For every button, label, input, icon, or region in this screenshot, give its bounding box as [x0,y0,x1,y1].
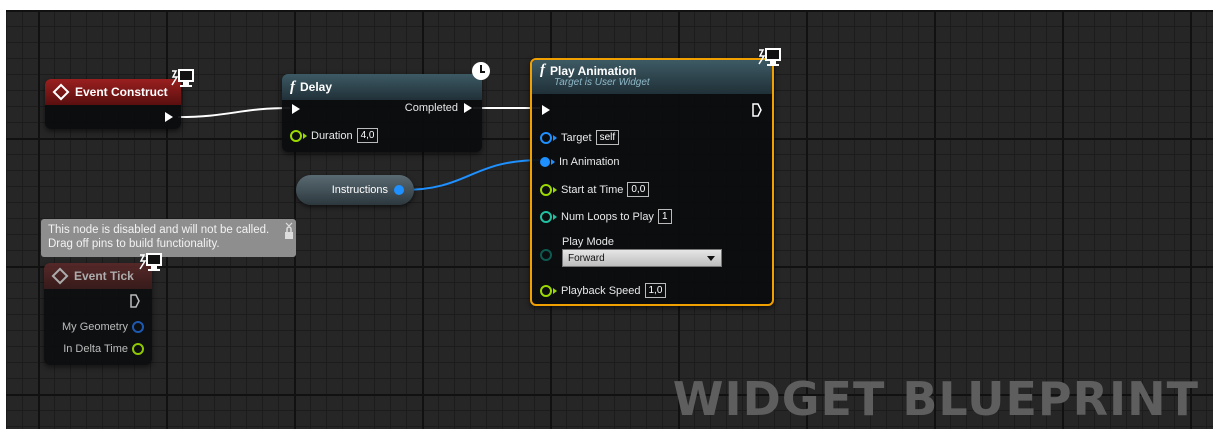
delay-completed-row: Completed [405,102,472,114]
disabled-node-icon [285,222,293,239]
start-at-time-label: Start at Time [561,183,624,196]
disabled-node-tooltip: This node is disabled and will not be ca… [41,219,296,257]
play-mode-label: Play Mode [562,236,614,248]
event-tick-title: Event Tick [74,269,134,283]
delay-node[interactable]: f Delay Completed Duration 4,0 [282,74,482,152]
start-at-time-float-pin[interactable] [540,183,552,196]
duration-label: Duration [311,129,353,142]
my-geometry-row: My Geometry [62,321,144,333]
target-pin-arrow [553,134,557,141]
in-animation-row: In Animation [540,156,620,168]
playback-speed-label: Playback Speed [561,284,641,297]
instructions-object-pin[interactable] [394,185,404,195]
start-at-time-pin-arrow [553,186,557,193]
num-loops-value-field[interactable]: 1 [657,209,672,224]
playback-speed-row: Playback Speed 1,0 [540,283,667,298]
duration-pin-arrow [303,132,307,139]
duration-float-pin[interactable] [290,129,302,142]
delay-header: f Delay [282,74,482,100]
tooltip-line-1: This node is disabled and will not be ca… [48,224,270,236]
event-construct-exec-out-pin[interactable] [165,112,173,122]
target-row: Target self [540,130,620,145]
delay-completed-label: Completed [404,102,458,114]
duration-value-field[interactable]: 4,0 [356,128,379,143]
dropdown-caret-icon [707,256,715,261]
play-mode-selected-value: Forward [568,252,605,264]
play-animation-header: f Play Animation Target is User Widget [532,60,772,94]
monitor-icon [139,253,162,271]
in-animation-pin-arrow [551,159,555,165]
target-value-field[interactable]: self [595,130,620,145]
event-tick-header: Event Tick [44,263,152,289]
in-delta-time-label: In Delta Time [63,343,128,355]
num-loops-int-pin[interactable] [540,210,552,223]
in-delta-time-float-pin[interactable] [132,343,144,355]
play-mode-enum-pin[interactable] [540,249,552,261]
function-icon: f [290,78,295,95]
target-label: Target [561,131,592,144]
exec-wire-construct-delay [177,107,291,118]
frame-top-border [0,0,1213,10]
play-animation-exec-in-pin[interactable] [542,105,550,115]
monitor-icon [171,69,194,87]
my-geometry-struct-pin[interactable] [132,321,144,333]
diamond-event-icon [51,267,69,285]
playback-speed-value-field[interactable]: 1,0 [644,283,667,298]
blueprint-graph-canvas[interactable]: Event Construct f Delay Completed Durati… [0,0,1213,432]
delay-completed-exec-pin[interactable] [464,103,472,113]
num-loops-pin-arrow [553,213,557,220]
widget-blueprint-watermark: WIDGET BLUEPRINT [672,372,1199,426]
diamond-event-icon [52,83,70,101]
in-delta-time-row: In Delta Time [63,343,144,355]
start-at-time-value-field[interactable]: 0,0 [627,182,650,197]
play-animation-exec-out-pin[interactable] [752,103,762,117]
instructions-label: Instructions [331,184,388,196]
target-object-pin[interactable] [540,131,552,144]
delay-exec-in-pin[interactable] [292,104,300,114]
my-geometry-label: My Geometry [61,321,128,333]
start-at-time-row: Start at Time 0,0 [540,182,650,197]
tooltip-line-2: Drag off pins to build functionality. [48,238,220,250]
in-animation-label: In Animation [559,156,620,168]
frame-left-border [0,0,6,432]
in-animation-object-pin[interactable] [540,157,550,167]
event-construct-title: Event Construct [75,85,168,99]
function-icon: f [540,62,545,78]
event-construct-header: Event Construct [45,79,181,105]
monitor-icon [758,48,781,66]
clock-icon [472,62,490,80]
playback-speed-float-pin[interactable] [540,284,552,297]
play-mode-label-row: Play Mode [562,236,614,248]
play-animation-subtitle: Target is User Widget [554,77,650,88]
event-tick-exec-out-pin[interactable] [130,294,140,308]
delay-duration-row: Duration 4,0 [290,128,379,143]
play-animation-node[interactable]: f Play Animation Target is User Widget T… [530,58,774,306]
instructions-variable-node[interactable]: Instructions [296,175,414,205]
object-wire-instructions-animation [401,159,543,191]
num-loops-row: Num Loops to Play 1 [540,209,672,224]
play-mode-dropdown[interactable]: Forward [562,249,722,267]
num-loops-label: Num Loops to Play [561,210,654,223]
event-construct-node[interactable]: Event Construct [45,79,181,129]
playback-speed-pin-arrow [553,287,557,294]
play-animation-title: Play Animation [550,63,637,78]
delay-title: Delay [300,80,333,94]
event-tick-node[interactable]: Event Tick My Geometry In Delta Time [44,263,152,365]
